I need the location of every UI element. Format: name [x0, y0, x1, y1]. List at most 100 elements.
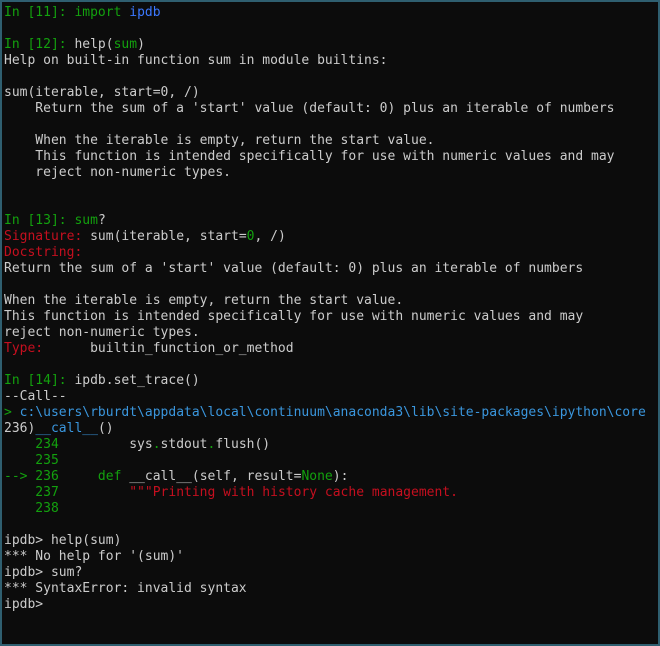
- terminal-text-segment: (: [191, 469, 200, 484]
- terminal-text-segment: Return the sum of a 'start' value (defau…: [4, 261, 584, 276]
- terminal-line: ipdb> help(sum): [4, 533, 658, 549]
- terminal-text-segment: Docstring:: [4, 245, 83, 260]
- terminal-line: Return the sum of a 'start' value (defau…: [4, 101, 658, 117]
- terminal-text-segment: import: [74, 5, 130, 20]
- terminal-window: In [11]: import ipdb In [12]: help(sum) He…: [0, 0, 660, 646]
- terminal-line: 236)__call__(): [4, 421, 658, 437]
- terminal-text-segment: ,: [184, 229, 200, 244]
- terminal-line: --Call--: [4, 389, 658, 405]
- terminal-text-segment: self: [199, 469, 231, 484]
- terminal-line: --> 236 def __call__(self, result=None):: [4, 469, 658, 485]
- terminal-line: ipdb> sum?: [4, 565, 658, 581]
- terminal-text-segment: >: [4, 405, 20, 420]
- terminal-line: *** No help for '(sum)': [4, 549, 658, 565]
- terminal-text-segment: ,: [231, 469, 247, 484]
- terminal-text-segment: reject non-numeric types.: [4, 325, 200, 340]
- terminal-line: This function is intended specifically f…: [4, 309, 658, 325]
- terminal-line: 234 sys.stdout.flush(): [4, 437, 658, 453]
- terminal-text-segment: ?: [97, 213, 106, 228]
- terminal-text-segment: 236): [4, 421, 36, 436]
- terminal-line: Docstring:: [4, 245, 658, 261]
- terminal-text-segment: sum: [113, 37, 138, 52]
- terminal-text-segment: Signature:: [4, 229, 91, 244]
- terminal-output[interactable]: In [11]: import ipdb In [12]: help(sum) He…: [4, 5, 658, 613]
- terminal-text-segment: In [11]:: [4, 5, 75, 20]
- terminal-line: When the iterable is empty, return the s…: [4, 293, 658, 309]
- terminal-line: > c:\users\rburdt\appdata\local\continuu…: [4, 405, 658, 421]
- terminal-line: 235: [4, 453, 658, 469]
- terminal-text-segment: *** No help for '(sum)': [4, 549, 185, 564]
- terminal-text-segment: When the iterable is empty, return the s…: [4, 133, 435, 148]
- terminal-line: In [13]: sum?: [4, 213, 658, 229]
- terminal-line: Type: builtin_function_or_method: [4, 341, 658, 357]
- terminal-text-segment: (): [254, 437, 271, 452]
- terminal-text-segment: *** SyntaxError: invalid syntax: [4, 581, 247, 596]
- terminal-text-segment: start: [199, 229, 239, 244]
- terminal-text-segment: reject non-numeric types.: [4, 165, 231, 180]
- terminal-line: This function is intended specifically f…: [4, 149, 658, 165]
- terminal-text-segment: """Printing with history cache managemen…: [129, 485, 458, 500]
- terminal-text-segment: This function is intended specifically f…: [4, 309, 584, 324]
- terminal-line: Help on built-in function sum in module …: [4, 53, 658, 69]
- terminal-text-segment: In [13]:: [4, 213, 75, 228]
- terminal-line: When the iterable is empty, return the s…: [4, 133, 658, 149]
- terminal-line: *** SyntaxError: invalid syntax: [4, 581, 658, 597]
- terminal-text-segment: In [14]:: [4, 373, 75, 388]
- terminal-text-segment: --> 236: [4, 469, 98, 484]
- terminal-text-segment: 238: [4, 501, 59, 516]
- terminal-text-segment: ipdb> sum?: [4, 565, 83, 580]
- terminal-line: sum(iterable, start=0, /): [4, 85, 658, 101]
- terminal-text-segment: Type:: [4, 341, 91, 356]
- terminal-text-segment: iterable: [121, 229, 185, 244]
- terminal-text-segment: __call__: [35, 421, 98, 436]
- terminal-text-segment: --Call--: [4, 389, 67, 404]
- terminal-text-segment: Return the sum of a 'start' value (defau…: [4, 101, 615, 116]
- terminal-line: 238: [4, 501, 658, 517]
- terminal-text-segment: stdout: [160, 437, 208, 452]
- terminal-line: In [14]: ipdb.set_trace(): [4, 373, 658, 389]
- terminal-text-segment: This function is intended specifically f…: [4, 149, 615, 164]
- terminal-text-segment: .: [152, 437, 161, 452]
- terminal-line: Signature: sum(iterable, start=0, /): [4, 229, 658, 245]
- terminal-text-segment: builtin_function_or_method: [90, 341, 294, 356]
- terminal-text-segment: None: [301, 469, 333, 484]
- terminal-line: 237 """Printing with history cache manag…: [4, 485, 658, 501]
- terminal-text-segment: sum: [90, 229, 114, 244]
- terminal-text-segment: ):: [332, 469, 349, 484]
- terminal-text-segment: def: [97, 469, 130, 484]
- terminal-text-segment: Help on built-in function sum in module …: [4, 53, 388, 68]
- terminal-text-segment: =: [238, 229, 247, 244]
- terminal-text-segment: c:\users\rburdt\appdata\local\continuum\…: [19, 405, 646, 420]
- terminal-text-segment: result: [246, 469, 294, 484]
- terminal-text-segment: 235: [4, 453, 59, 468]
- terminal-text-segment: 234: [4, 437, 130, 452]
- terminal-text-segment: ipdb>: [4, 597, 44, 612]
- terminal-text-segment: ipdb.set_trace(): [74, 373, 200, 388]
- terminal-text-segment: ipdb> help(sum): [4, 533, 122, 548]
- terminal-line: In [11]: import ipdb: [4, 5, 658, 21]
- terminal-text-segment: sum(iterable, start=0, /): [4, 85, 200, 100]
- terminal-text-segment: , /): [254, 229, 286, 244]
- terminal-line: ipdb>: [4, 597, 658, 613]
- terminal-text-segment: When the iterable is empty, return the s…: [4, 293, 404, 308]
- terminal-text-segment: __call__: [129, 469, 192, 484]
- terminal-text-segment: ipdb: [129, 5, 161, 20]
- terminal-text-segment: ): [137, 37, 145, 52]
- terminal-line: Return the sum of a 'start' value (defau…: [4, 261, 658, 277]
- terminal-text-segment: (): [97, 421, 114, 436]
- terminal-text-segment: sys: [129, 437, 153, 452]
- terminal-text-segment: In [12]:: [4, 37, 75, 52]
- terminal-line: In [12]: help(sum): [4, 37, 658, 53]
- terminal-line: reject non-numeric types.: [4, 165, 658, 181]
- terminal-line: reject non-numeric types.: [4, 325, 658, 341]
- terminal-text-segment: sum: [74, 213, 98, 228]
- terminal-text-segment: flush: [215, 437, 255, 452]
- terminal-text-segment: help(: [74, 37, 114, 52]
